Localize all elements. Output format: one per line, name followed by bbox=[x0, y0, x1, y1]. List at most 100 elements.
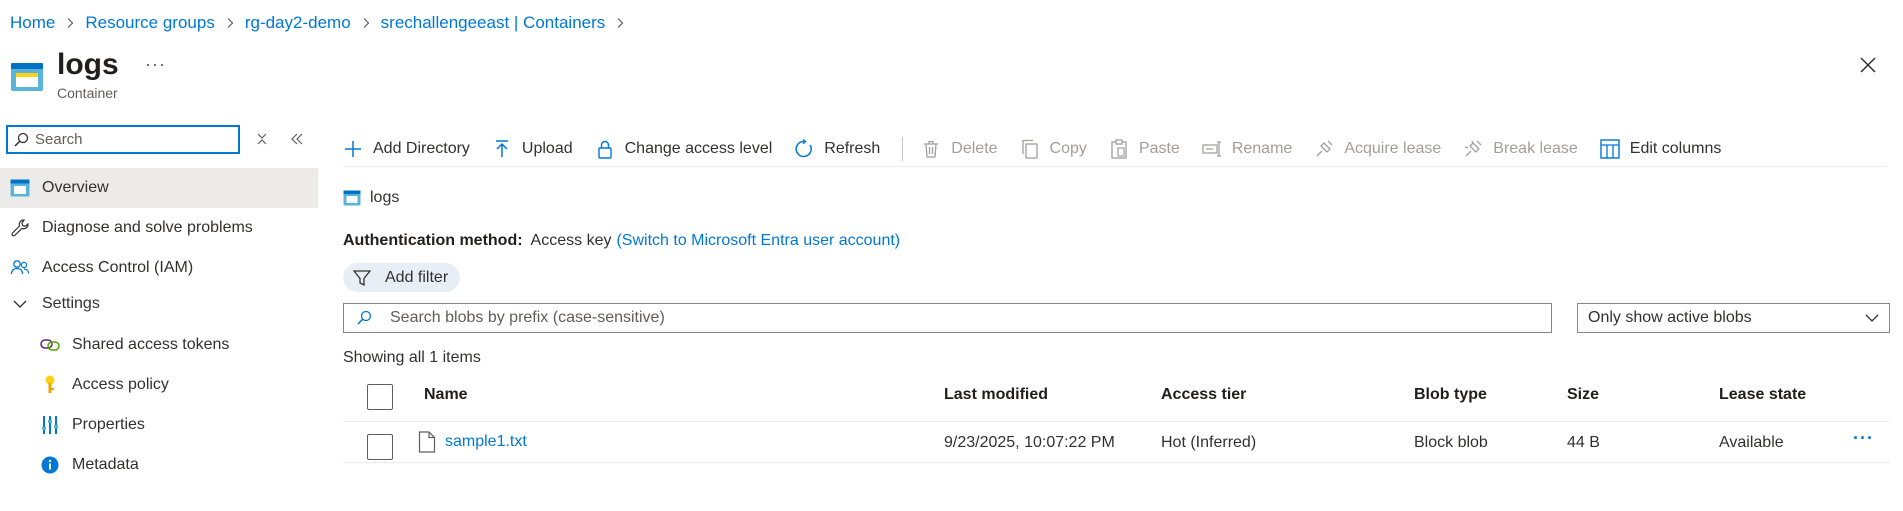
people-icon bbox=[10, 258, 30, 278]
double-chevron-left-icon[interactable] bbox=[290, 132, 304, 146]
sidebar-item-label: Properties bbox=[72, 416, 145, 433]
sidebar-item-properties[interactable]: Properties bbox=[0, 405, 318, 445]
blob-search[interactable] bbox=[343, 303, 1552, 333]
lock-icon bbox=[597, 140, 612, 159]
copy-icon bbox=[1021, 139, 1038, 159]
container-icon bbox=[10, 178, 30, 198]
break-lease-button[interactable]: Break lease bbox=[1463, 139, 1578, 159]
sidebar-item-label: Access Control (IAM) bbox=[42, 259, 194, 276]
sidebar-search-input[interactable] bbox=[35, 131, 225, 148]
row-checkbox[interactable] bbox=[367, 434, 393, 460]
divider bbox=[343, 421, 1890, 422]
sidebar-item-diagnose[interactable]: Diagnose and solve problems bbox=[0, 208, 318, 248]
close-icon[interactable] bbox=[1858, 55, 1878, 75]
blob-filter-dropdown[interactable]: Only show active blobs bbox=[1577, 303, 1890, 333]
size-cell: 44 B bbox=[1567, 434, 1600, 451]
chevron-down-icon bbox=[10, 294, 30, 314]
dropdown-selected: Only show active blobs bbox=[1588, 309, 1752, 326]
column-header-lease-state[interactable]: Lease state bbox=[1719, 386, 1806, 404]
breadcrumb-resource-group[interactable]: rg-day2-demo bbox=[245, 13, 351, 33]
page-title: logs bbox=[57, 48, 119, 81]
add-filter-button[interactable]: Add filter bbox=[343, 263, 461, 292]
key-icon bbox=[40, 375, 60, 395]
add-directory-button[interactable]: Add Directory bbox=[343, 139, 470, 159]
container-path: logs bbox=[343, 189, 399, 207]
delete-button[interactable]: Delete bbox=[921, 139, 998, 159]
toolbar-divider bbox=[902, 137, 904, 161]
upload-button[interactable]: Upload bbox=[492, 139, 573, 159]
plus-icon bbox=[345, 141, 361, 157]
copy-button[interactable]: Copy bbox=[1020, 139, 1087, 159]
sidebar-item-shared-access-tokens[interactable]: Shared access tokens bbox=[0, 325, 318, 365]
sidebar-item-label: Shared access tokens bbox=[72, 336, 230, 353]
column-header-blob-type[interactable]: Blob type bbox=[1414, 386, 1487, 404]
collapse-all-icon[interactable] bbox=[255, 132, 269, 146]
command-bar: Add Directory Upload Change access level… bbox=[343, 136, 1743, 162]
blob-type-cell: Block blob bbox=[1414, 434, 1488, 451]
filter-icon bbox=[353, 269, 371, 286]
clipboard-icon bbox=[1111, 139, 1127, 159]
container-icon bbox=[343, 190, 361, 206]
link-icon bbox=[40, 335, 60, 355]
breadcrumb-containers[interactable]: srechallengeeast | Containers bbox=[381, 13, 606, 33]
auth-value: Access key bbox=[530, 232, 612, 249]
divider bbox=[343, 166, 1887, 167]
breadcrumb-resource-groups[interactable]: Resource groups bbox=[85, 13, 214, 33]
sidebar-item-label: Overview bbox=[42, 179, 109, 196]
sidebar-item-access-policy[interactable]: Access policy bbox=[0, 365, 318, 405]
auth-label: Authentication method: bbox=[343, 232, 523, 249]
column-header-size[interactable]: Size bbox=[1567, 386, 1599, 404]
breadcrumb-home[interactable]: Home bbox=[10, 13, 55, 33]
container-icon bbox=[11, 63, 43, 91]
chevron-right-icon bbox=[617, 18, 624, 28]
file-name-link[interactable]: sample1.txt bbox=[445, 433, 527, 451]
paste-button[interactable]: Paste bbox=[1109, 139, 1180, 159]
refresh-button[interactable]: Refresh bbox=[794, 139, 880, 159]
break-lease-icon bbox=[1465, 140, 1482, 157]
row-more-button[interactable]: ··· bbox=[1853, 428, 1874, 449]
lease-icon bbox=[1316, 140, 1333, 157]
chevron-right-icon bbox=[67, 18, 74, 28]
select-all-checkbox[interactable] bbox=[367, 384, 393, 410]
sidebar-group-settings[interactable]: Settings bbox=[0, 284, 318, 324]
wrench-icon bbox=[10, 218, 30, 238]
column-header-name[interactable]: Name bbox=[424, 386, 468, 404]
upload-icon bbox=[495, 140, 508, 157]
trash-icon bbox=[924, 140, 939, 158]
breadcrumb: Home Resource groups rg-day2-demo srecha… bbox=[10, 12, 635, 34]
item-count: Showing all 1 items bbox=[343, 349, 481, 366]
search-icon bbox=[357, 310, 372, 325]
column-header-access-tier[interactable]: Access tier bbox=[1161, 386, 1246, 404]
change-access-level-button[interactable]: Change access level bbox=[595, 139, 772, 159]
chevron-down-icon bbox=[1865, 314, 1879, 322]
sidebar-search[interactable] bbox=[6, 125, 240, 154]
column-header-last-modified[interactable]: Last modified bbox=[944, 386, 1048, 404]
sidebar-item-overview[interactable]: Overview bbox=[0, 168, 318, 208]
lease-state-cell: Available bbox=[1719, 434, 1784, 451]
refresh-icon bbox=[795, 139, 813, 158]
properties-icon bbox=[40, 415, 60, 435]
blob-search-input[interactable] bbox=[390, 309, 1540, 327]
edit-columns-button[interactable]: Edit columns bbox=[1600, 139, 1721, 159]
more-actions-button[interactable]: ··· bbox=[145, 54, 166, 75]
page-subtitle: Container bbox=[57, 85, 118, 101]
access-tier-cell: Hot (Inferred) bbox=[1161, 434, 1257, 451]
rename-icon bbox=[1202, 141, 1221, 157]
columns-icon bbox=[1600, 139, 1620, 159]
switch-auth-link[interactable]: (Switch to Microsoft Entra user account) bbox=[616, 232, 900, 250]
file-icon bbox=[418, 431, 436, 453]
sidebar-item-iam[interactable]: Access Control (IAM) bbox=[0, 248, 318, 288]
info-icon bbox=[40, 455, 60, 475]
rename-button[interactable]: Rename bbox=[1202, 139, 1292, 159]
last-modified-cell: 9/23/2025, 10:07:22 PM bbox=[944, 434, 1115, 451]
divider bbox=[343, 462, 1890, 463]
sidebar-item-metadata[interactable]: Metadata bbox=[0, 445, 318, 485]
chevron-right-icon bbox=[363, 18, 370, 28]
file-name-cell: sample1.txt bbox=[418, 431, 527, 453]
acquire-lease-button[interactable]: Acquire lease bbox=[1314, 139, 1441, 159]
authentication-method: Authentication method: Access key (Switc… bbox=[343, 232, 900, 250]
sidebar-item-label: Settings bbox=[42, 295, 100, 312]
sidebar-item-label: Metadata bbox=[72, 456, 139, 473]
sidebar-item-label: Diagnose and solve problems bbox=[42, 219, 253, 236]
search-icon bbox=[14, 132, 29, 147]
